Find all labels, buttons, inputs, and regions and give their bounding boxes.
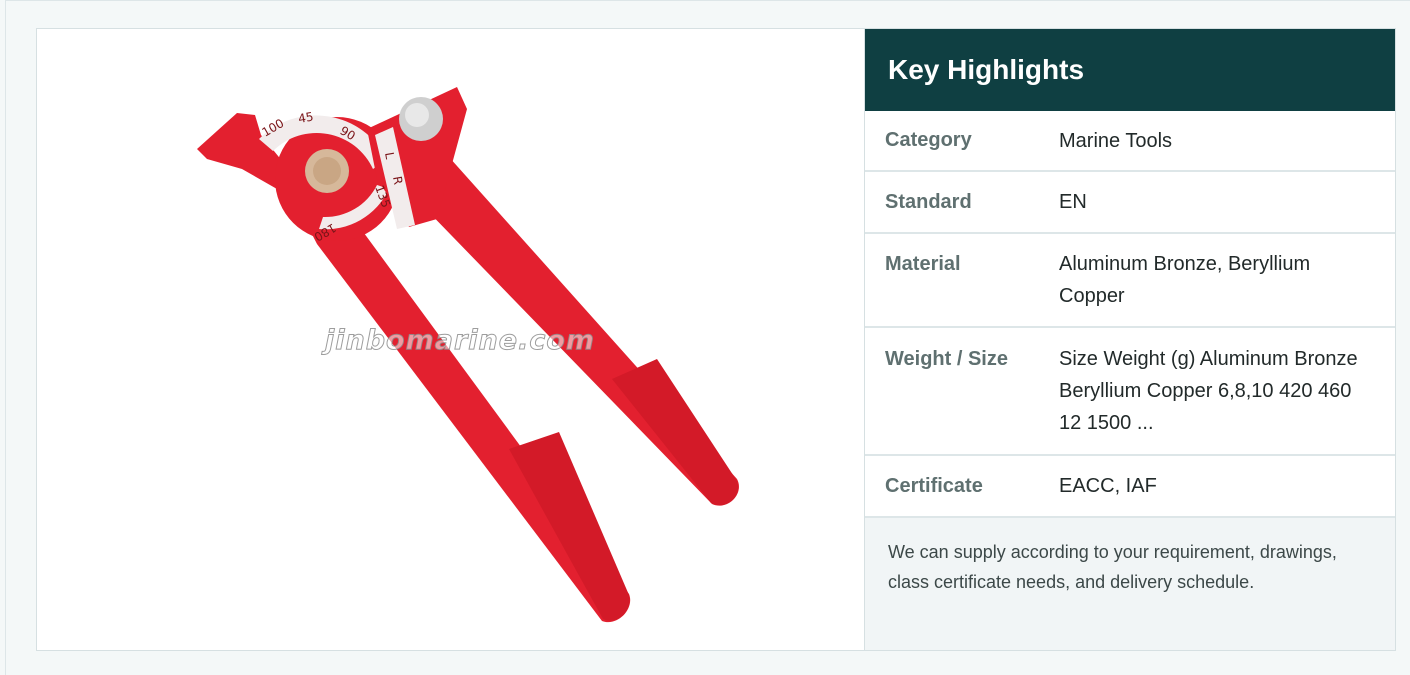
highlight-value: Aluminum Bronze, Beryllium Copper — [1059, 253, 1311, 307]
highlight-label: Certificate — [885, 474, 983, 497]
watermark-text: jinbomarine.com — [324, 325, 596, 357]
highlight-row-weight-size: Weight / Size Size Weight (g) Aluminum B… — [865, 328, 1395, 456]
center-roller-shade — [313, 157, 341, 185]
guide-roller-hl — [405, 103, 429, 127]
highlight-value: Marine Tools — [1059, 129, 1173, 152]
highlight-label: Category — [885, 129, 972, 151]
highlight-value: EACC, IAF — [1059, 475, 1157, 497]
highlight-row-material: Material Aluminum Bronze, Beryllium Copp… — [865, 234, 1395, 328]
highlight-label: Weight / Size — [885, 348, 1008, 370]
highlight-value: Size Weight (g) Aluminum Bronze Berylliu… — [1059, 348, 1358, 434]
product-card: 100 45 90 135 180 L R jinbomarine.com Ke… — [36, 28, 1396, 651]
product-image: 100 45 90 135 180 L R jinbomarine.com — [37, 29, 865, 650]
key-highlights-panel: Key Highlights Category Marine Tools Sta… — [865, 29, 1395, 650]
page-frame: 100 45 90 135 180 L R jinbomarine.com Ke… — [5, 0, 1410, 675]
highlight-row-category: Category Marine Tools — [865, 111, 1395, 172]
highlight-value: EN — [1059, 191, 1087, 213]
dial-mark: 45 — [297, 110, 314, 126]
highlight-label: Standard — [885, 190, 972, 213]
highlights-title: Key Highlights — [865, 29, 1395, 111]
highlight-row-certificate: Certificate EACC, IAF — [865, 456, 1395, 518]
supply-note: We can supply according to your requirem… — [865, 518, 1395, 650]
highlight-label: Material — [885, 253, 961, 275]
highlight-row-standard: Standard EN — [865, 172, 1395, 234]
left-grip — [509, 432, 630, 621]
right-grip — [612, 359, 739, 506]
